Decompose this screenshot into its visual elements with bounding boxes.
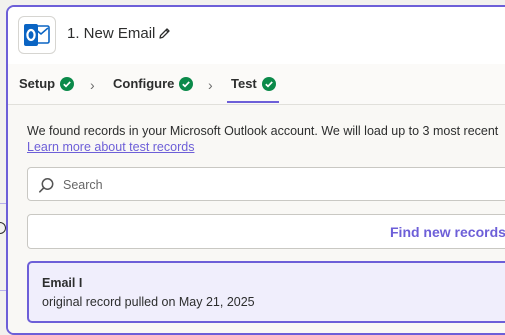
record-title: Email I bbox=[42, 276, 83, 290]
step-tabs: Setup › Configure › Test bbox=[8, 64, 505, 105]
tab-label: Test bbox=[231, 76, 257, 91]
tab-test[interactable]: Test bbox=[231, 76, 276, 94]
pencil-icon[interactable] bbox=[158, 27, 171, 45]
step-panel: 1. New Email Setup › Configure › Test We… bbox=[6, 5, 505, 335]
search-icon bbox=[38, 177, 55, 199]
record-subtitle: original record pulled on May 21, 2025 bbox=[42, 295, 255, 309]
test-content: We found records in your Microsoft Outlo… bbox=[8, 105, 505, 333]
tab-setup[interactable]: Setup bbox=[19, 76, 75, 94]
check-circle-icon bbox=[60, 77, 75, 94]
search-input[interactable]: Search bbox=[27, 167, 505, 201]
search-placeholder: Search bbox=[63, 178, 103, 192]
step-title: 1. New Email bbox=[67, 25, 156, 42]
info-text: We found records in your Microsoft Outlo… bbox=[27, 124, 499, 138]
tab-label: Setup bbox=[19, 76, 56, 91]
chevron-right-icon: › bbox=[208, 77, 213, 93]
step-header: 1. New Email bbox=[8, 7, 505, 64]
chevron-right-icon: › bbox=[90, 77, 95, 93]
active-tab-indicator bbox=[227, 101, 279, 103]
record-item[interactable]: Email I original record pulled on May 21… bbox=[27, 261, 505, 323]
learn-more-link[interactable]: Learn more about test records bbox=[27, 140, 194, 154]
tab-configure[interactable]: Configure bbox=[113, 76, 194, 94]
check-circle-icon bbox=[261, 77, 276, 94]
tab-label: Configure bbox=[113, 76, 175, 91]
find-new-records-button[interactable]: Find new records bbox=[27, 214, 505, 249]
check-circle-icon bbox=[179, 77, 194, 94]
outlook-icon bbox=[18, 16, 56, 54]
find-new-records-label: Find new records bbox=[390, 224, 505, 240]
